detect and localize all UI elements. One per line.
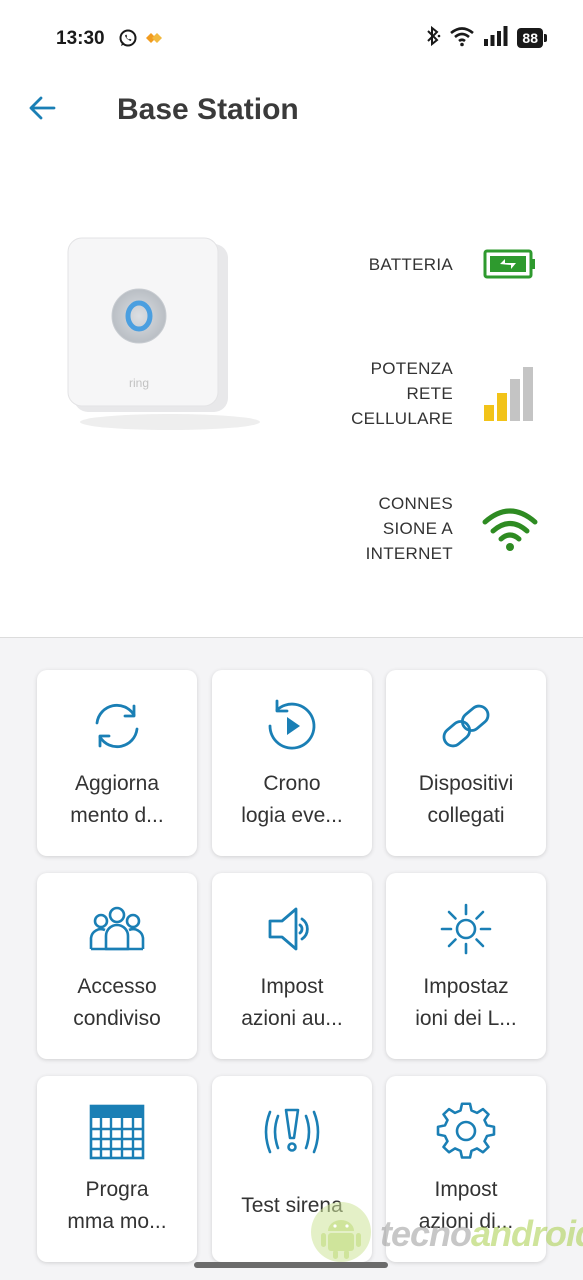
- tile-shared-access[interactable]: Accesso condiviso: [37, 873, 197, 1059]
- status-cellular-row[interactable]: POTENZA RETE CELLULARE: [351, 356, 539, 431]
- link-icon: [436, 696, 496, 756]
- tile-label: Impostaz ioni dei L...: [415, 975, 517, 1030]
- status-internet-label: CONNES SIONE A INTERNET: [365, 494, 453, 563]
- device-logo: ring: [129, 376, 149, 390]
- tile-mode-schedule[interactable]: Progra mma mo...: [37, 1076, 197, 1262]
- watermark: tecnoandroid: [310, 1198, 583, 1270]
- tile-label: Dispositivi collegati: [418, 772, 514, 827]
- back-button[interactable]: [24, 92, 60, 128]
- android-logo-icon: [310, 1201, 372, 1268]
- page-title: Base Station: [117, 93, 299, 126]
- calendar-icon: [87, 1102, 147, 1162]
- tile-label: Aggiorna mento d...: [70, 772, 164, 827]
- wifi-icon: [481, 506, 539, 552]
- watermark-part2: android: [471, 1213, 583, 1254]
- status-right-group: 88: [425, 25, 547, 52]
- status-bar: 13:30 88: [0, 0, 583, 78]
- group-icon: [87, 899, 147, 959]
- status-battery-label: BATTERIA: [368, 254, 453, 274]
- refresh-icon: [87, 696, 147, 756]
- tile-event-history[interactable]: Crono logia eve...: [212, 670, 372, 856]
- gear-icon: [436, 1102, 496, 1162]
- tile-label: Accesso condiviso: [73, 975, 161, 1030]
- status-time: 13:30: [56, 28, 105, 49]
- watermark-text: tecnoandroid: [380, 1213, 583, 1255]
- tile-label: Impost azioni au...: [241, 975, 343, 1030]
- tile-light-settings[interactable]: Impostaz ioni dei L...: [386, 873, 546, 1059]
- whatsapp-icon: [118, 28, 138, 48]
- tile-audio-settings[interactable]: Impost azioni au...: [212, 873, 372, 1059]
- status-cellular-label: POTENZA RETE CELLULARE: [351, 359, 453, 428]
- notification-icon: [144, 28, 164, 48]
- base-station-image: ring: [60, 232, 260, 432]
- status-internet-row[interactable]: CONNES SIONE A INTERNET: [366, 491, 539, 566]
- tile-label: Crono logia eve...: [241, 772, 343, 827]
- tile-label: Progra mma mo...: [67, 1178, 167, 1233]
- home-indicator[interactable]: [194, 1262, 388, 1268]
- tile-firmware-update[interactable]: Aggiorna mento d...: [37, 670, 197, 856]
- cellular-signal-icon: [481, 365, 539, 423]
- watermark-part1: tecno: [380, 1213, 472, 1254]
- battery-charging-icon: [481, 248, 539, 280]
- signal-icon: [483, 25, 509, 52]
- status-battery-row[interactable]: BATTERIA: [369, 248, 539, 280]
- arrow-left-icon: [27, 93, 57, 128]
- speaker-icon: [262, 899, 322, 959]
- sun-icon: [436, 899, 496, 959]
- wifi-status-icon: [449, 25, 475, 52]
- bluetooth-icon: [425, 25, 441, 52]
- app-header: Base Station: [0, 78, 583, 142]
- siren-icon: [262, 1102, 322, 1162]
- battery-icon: 88: [517, 28, 547, 48]
- history-icon: [262, 696, 322, 756]
- tile-linked-devices[interactable]: Dispositivi collegati: [386, 670, 546, 856]
